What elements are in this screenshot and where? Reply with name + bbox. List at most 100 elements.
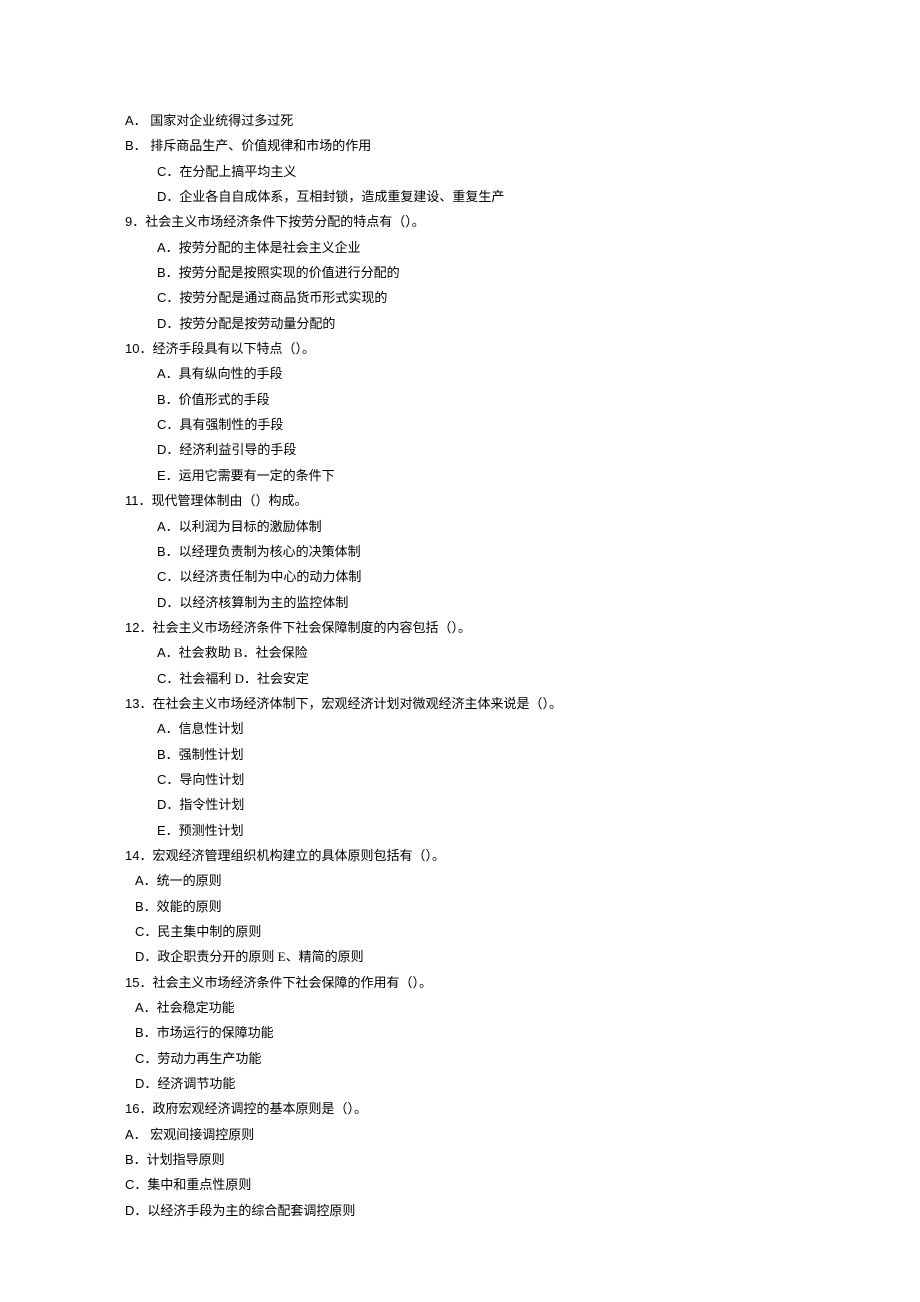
line-text: 社会稳定功能 xyxy=(157,1000,235,1015)
line-text: 运用它需要有一定的条件下 xyxy=(179,468,335,483)
document-body: A． 国家对企业统得过多过死B． 排斥商品生产、价值规律和市场的作用C．在分配上… xyxy=(125,108,795,1223)
line-prefix: 9． xyxy=(125,214,145,229)
line-text: 国家对企业统得过多过死 xyxy=(150,113,293,128)
text-line: D．按劳分配是按劳动量分配的 xyxy=(125,311,795,336)
line-text: 市场运行的保障功能 xyxy=(157,1025,274,1040)
line-prefix: D． xyxy=(157,595,179,610)
line-text: 信息性计划 xyxy=(179,721,244,736)
text-line: C．在分配上搞平均主义 xyxy=(125,159,795,184)
line-prefix: B． xyxy=(135,1025,157,1040)
text-line: 11．现代管理体制由（）构成。 xyxy=(125,488,795,513)
line-prefix: D． xyxy=(125,1203,147,1218)
text-line: A．统一的原则 xyxy=(125,868,795,893)
line-prefix: D． xyxy=(157,442,179,457)
line-prefix: D． xyxy=(135,1076,157,1091)
line-prefix: D． xyxy=(157,797,179,812)
line-text: 宏观间接调控原则 xyxy=(150,1127,254,1142)
line-text: 按劳分配的主体是社会主义企业 xyxy=(179,240,361,255)
line-prefix: C． xyxy=(157,417,179,432)
line-prefix: B． xyxy=(125,138,150,153)
text-line: D．政企职责分开的原则 E、精简的原则 xyxy=(125,944,795,969)
line-text: 排斥商品生产、价值规律和市场的作用 xyxy=(150,138,371,153)
line-prefix: C． xyxy=(157,290,179,305)
text-line: B．强制性计划 xyxy=(125,742,795,767)
text-line: B． 排斥商品生产、价值规律和市场的作用 xyxy=(125,133,795,158)
line-text: 经济利益引导的手段 xyxy=(179,442,296,457)
text-line: A．具有纵向性的手段 xyxy=(125,361,795,386)
line-text: 统一的原则 xyxy=(157,873,222,888)
text-line: B．计划指导原则 xyxy=(125,1147,795,1172)
line-text: 具有强制性的手段 xyxy=(179,417,283,432)
line-prefix: A． xyxy=(135,873,157,888)
line-prefix: B． xyxy=(125,1152,147,1167)
line-prefix: C． xyxy=(135,1051,157,1066)
line-prefix: B． xyxy=(135,899,157,914)
line-prefix: C． xyxy=(135,924,157,939)
line-prefix: 15． xyxy=(125,975,152,990)
line-prefix: D． xyxy=(157,189,179,204)
line-prefix: 12． xyxy=(125,620,152,635)
line-text: 强制性计划 xyxy=(179,747,244,762)
text-line: A．信息性计划 xyxy=(125,716,795,741)
line-text: 以经理负责制为核心的决策体制 xyxy=(179,544,361,559)
line-text: 政府宏观经济调控的基本原则是（）。 xyxy=(152,1101,367,1116)
line-prefix: D． xyxy=(157,316,179,331)
line-text: 以经济责任制为中心的动力体制 xyxy=(179,569,361,584)
text-line: A． 宏观间接调控原则 xyxy=(125,1122,795,1147)
text-line: 16．政府宏观经济调控的基本原则是（）。 xyxy=(125,1096,795,1121)
text-line: 12．社会主义市场经济条件下社会保障制度的内容包括（）。 xyxy=(125,615,795,640)
line-prefix: C． xyxy=(157,569,179,584)
text-line: C．集中和重点性原则 xyxy=(125,1172,795,1197)
line-prefix: D． xyxy=(135,949,157,964)
line-prefix: A． xyxy=(157,519,179,534)
line-prefix: B． xyxy=(157,747,179,762)
line-text: 在社会主义市场经济体制下，宏观经济计划对微观经济主体来说是（）。 xyxy=(152,696,562,711)
text-line: C．按劳分配是通过商品货币形式实现的 xyxy=(125,285,795,310)
text-line: B．效能的原则 xyxy=(125,894,795,919)
line-prefix: 14． xyxy=(125,848,152,863)
line-text: 社会主义市场经济条件下社会保障制度的内容包括（）。 xyxy=(152,620,471,635)
text-line: E．运用它需要有一定的条件下 xyxy=(125,463,795,488)
text-line: A． 国家对企业统得过多过死 xyxy=(125,108,795,133)
line-prefix: A． xyxy=(157,645,179,660)
text-line: C．导向性计划 xyxy=(125,767,795,792)
line-prefix: 10． xyxy=(125,341,152,356)
line-prefix: 11． xyxy=(125,493,152,508)
text-line: D．经济调节功能 xyxy=(125,1071,795,1096)
text-line: D．以经济手段为主的综合配套调控原则 xyxy=(125,1198,795,1223)
text-line: A．社会稳定功能 xyxy=(125,995,795,1020)
line-text: 导向性计划 xyxy=(179,772,244,787)
line-text: 经济手段具有以下特点（）。 xyxy=(152,341,315,356)
line-prefix: C． xyxy=(157,671,179,686)
line-text: 劳动力再生产功能 xyxy=(157,1051,261,1066)
line-text: 价值形式的手段 xyxy=(179,392,270,407)
text-line: 14．宏观经济管理组织机构建立的具体原则包括有（）。 xyxy=(125,843,795,868)
text-line: 9．社会主义市场经济条件下按劳分配的特点有（）。 xyxy=(125,209,795,234)
line-text: 社会救助 B．社会保险 xyxy=(179,645,308,660)
line-text: 按劳分配是按劳动量分配的 xyxy=(179,316,335,331)
text-line: A．以利润为目标的激励体制 xyxy=(125,514,795,539)
line-prefix: C． xyxy=(157,164,179,179)
line-text: 计划指导原则 xyxy=(147,1152,225,1167)
line-text: 现代管理体制由（）构成。 xyxy=(152,493,308,508)
line-prefix: 13． xyxy=(125,696,152,711)
line-text: 在分配上搞平均主义 xyxy=(179,164,296,179)
line-text: 宏观经济管理组织机构建立的具体原则包括有（）。 xyxy=(152,848,445,863)
line-prefix: A． xyxy=(135,1000,157,1015)
line-text: 以利润为目标的激励体制 xyxy=(179,519,322,534)
line-prefix: B． xyxy=(157,265,179,280)
text-line: D．企业各自自成体系，互相封锁，造成重复建设、重复生产 xyxy=(125,184,795,209)
text-line: D．经济利益引导的手段 xyxy=(125,437,795,462)
line-text: 按劳分配是通过商品货币形式实现的 xyxy=(179,290,387,305)
line-prefix: A． xyxy=(125,113,150,128)
line-prefix: A． xyxy=(157,240,179,255)
line-text: 具有纵向性的手段 xyxy=(179,366,283,381)
text-line: B．市场运行的保障功能 xyxy=(125,1020,795,1045)
line-text: 经济调节功能 xyxy=(157,1076,235,1091)
line-prefix: A． xyxy=(157,721,179,736)
text-line: C．劳动力再生产功能 xyxy=(125,1046,795,1071)
text-line: 15．社会主义市场经济条件下社会保障的作用有（）。 xyxy=(125,970,795,995)
text-line: E．预测性计划 xyxy=(125,818,795,843)
line-text: 政企职责分开的原则 E、精简的原则 xyxy=(157,949,363,964)
text-line: A．社会救助 B．社会保险 xyxy=(125,640,795,665)
